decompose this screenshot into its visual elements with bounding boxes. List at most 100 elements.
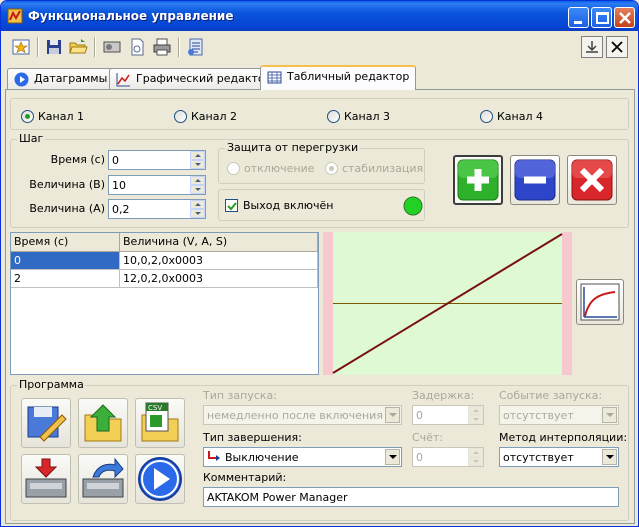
document-icon[interactable] [127, 37, 147, 57]
delay-spinner[interactable]: 0 [412, 405, 484, 425]
protection-stab-radio[interactable]: стабилизация [325, 162, 423, 176]
radio-label: Канал 4 [497, 110, 544, 123]
panel-toggle-button[interactable] [581, 36, 603, 58]
count-spinner[interactable]: 0 [412, 447, 484, 467]
waveform-graph[interactable] [323, 232, 572, 375]
new-star-icon[interactable] [11, 37, 31, 57]
title-bar[interactable]: Функциональное управление [1, 1, 638, 31]
maximize-button[interactable] [591, 7, 612, 28]
start-event-select[interactable]: отсутствует [499, 405, 619, 425]
magnitude-a-spinner[interactable]: 0,2 [108, 199, 206, 219]
close-panel-button[interactable] [606, 36, 628, 58]
radio-label: отключение [244, 162, 315, 175]
interpolation-value: отсутствует [503, 451, 574, 464]
power-off-arrow-icon [208, 451, 220, 461]
magnitude-a-label: Величина (А) [29, 202, 105, 215]
magnitude-v-label: Величина (В) [29, 178, 105, 191]
program-group: Программа CSV Тип запуска: немедленно по… [10, 378, 629, 521]
start-event-label: Событие запуска: [499, 389, 603, 402]
spin-down-button[interactable] [190, 185, 205, 194]
table-cell[interactable]: 10,0,2,0x0003 [120, 252, 318, 270]
output-checkbox[interactable] [225, 199, 238, 212]
time-label: Время (с) [50, 153, 105, 166]
checkmark-icon [227, 202, 237, 211]
channel-2-radio[interactable]: Канал 2 [174, 110, 237, 124]
spin-up-button[interactable] [190, 151, 205, 160]
channel-group: Канал 1 Канал 2 Канал 3 Канал 4 [10, 98, 629, 130]
table-icon [267, 71, 282, 84]
device-upload-icon [82, 457, 124, 498]
comment-input[interactable]: AKTAKOM Power Manager [203, 487, 619, 507]
device-icon[interactable] [102, 37, 122, 57]
spin-down-button[interactable] [468, 457, 483, 466]
folder-up-icon [84, 404, 122, 442]
spin-up-button[interactable] [190, 176, 205, 185]
table-editor-panel: Канал 1 Канал 2 Канал 3 Канал 4 Шаг Врем… [5, 89, 635, 524]
spin-up-button[interactable] [468, 406, 483, 415]
dropdown-arrow-icon[interactable] [602, 449, 617, 465]
toolbar-separator [94, 37, 96, 57]
close-button[interactable] [614, 7, 635, 28]
maximize-icon [596, 12, 609, 24]
minimize-button[interactable] [568, 7, 589, 28]
add-step-button[interactable] [453, 155, 503, 205]
close-icon [611, 41, 623, 53]
tab-label: Датаграммы [34, 72, 108, 85]
channel-4-radio[interactable]: Канал 4 [480, 110, 543, 124]
table-cell[interactable]: 2 [11, 270, 120, 288]
toolbar-separator [37, 37, 39, 57]
list-settings-icon[interactable] [186, 37, 206, 57]
table-cell[interactable]: 0 [11, 252, 120, 270]
spin-down-button[interactable] [190, 160, 205, 169]
channel-3-radio[interactable]: Канал 3 [327, 110, 390, 124]
open-folder-icon[interactable] [68, 37, 88, 57]
delete-all-button[interactable] [567, 155, 617, 205]
column-header-magnitude[interactable]: Величина (V, A, S) [120, 233, 318, 252]
magnitude-a-value: 0,2 [112, 203, 130, 216]
output-label: Выход включён [243, 199, 334, 212]
column-header-time[interactable]: Время (с) [11, 233, 120, 252]
toolbar-separator [178, 37, 180, 57]
tab-label: Графический редактор [136, 72, 272, 85]
protection-off-radio[interactable]: отключение [227, 162, 314, 176]
chart-view-button[interactable] [576, 279, 624, 325]
end-type-label: Тип завершения: [203, 431, 302, 444]
save-program-button[interactable] [21, 398, 71, 448]
step-group-label: Шаг [17, 132, 46, 145]
spin-down-button[interactable] [190, 209, 205, 218]
main-window: Функциональное управление Датаграммы Гра… [0, 0, 639, 527]
table-cell[interactable]: 12,0,2,0x0003 [120, 270, 318, 288]
spin-down-button[interactable] [468, 415, 483, 424]
plus-icon [457, 159, 499, 201]
save-disk-icon[interactable] [44, 37, 64, 57]
spin-up-button[interactable] [190, 200, 205, 209]
start-type-select[interactable]: немедленно после включения [203, 405, 402, 425]
program-group-label: Программа [17, 378, 86, 391]
tab-graphic-editor[interactable]: Графический редактор [109, 68, 279, 89]
interpolation-select[interactable]: отсутствует [499, 447, 619, 467]
spin-up-button[interactable] [468, 448, 483, 457]
dropdown-arrow-icon[interactable] [602, 407, 617, 423]
upload-program-button[interactable] [78, 454, 128, 504]
channel-1-radio[interactable]: Канал 1 [21, 110, 84, 124]
export-csv-button[interactable]: CSV [135, 398, 185, 448]
open-program-button[interactable] [78, 398, 128, 448]
minimize-icon [574, 21, 582, 24]
print-icon[interactable] [152, 37, 172, 57]
download-program-button[interactable] [21, 454, 71, 504]
time-spinner[interactable]: 0 [108, 150, 206, 170]
tab-datagrams[interactable]: Датаграммы [7, 68, 115, 89]
radio-label: Канал 3 [344, 110, 391, 123]
window-title: Функциональное управление [28, 9, 234, 23]
dropdown-arrow-icon[interactable] [385, 449, 400, 465]
app-icon [7, 8, 23, 24]
tab-table-editor[interactable]: Табличный редактор [260, 65, 417, 90]
end-type-select[interactable]: Выключение [203, 447, 402, 467]
run-program-button[interactable] [135, 454, 185, 504]
remove-step-button[interactable] [510, 155, 560, 205]
start-event-value: отсутствует [503, 409, 574, 422]
protection-group-label: Защита от перегрузки [225, 141, 361, 154]
start-type-label: Тип запуска: [203, 389, 277, 402]
magnitude-v-spinner[interactable]: 10 [108, 175, 206, 195]
dropdown-arrow-icon[interactable] [385, 407, 400, 423]
